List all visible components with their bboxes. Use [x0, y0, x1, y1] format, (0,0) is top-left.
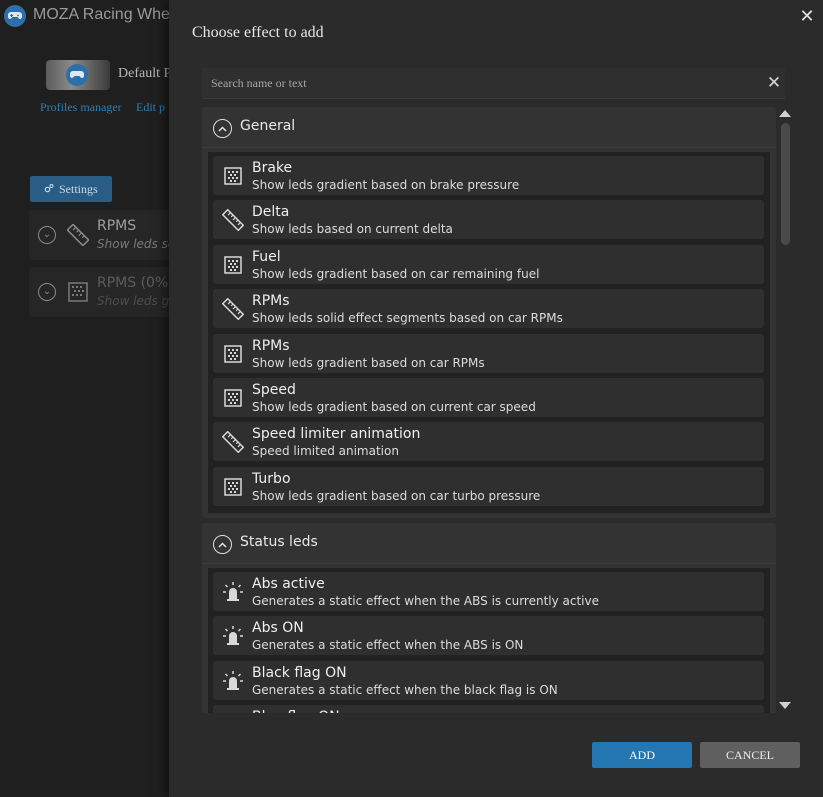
scrollbar-thumb[interactable]: [781, 123, 790, 245]
effect-item-description: Show leds gradient based on current car …: [252, 400, 536, 414]
effect-item-name: Speed: [252, 382, 296, 398]
section-items: Abs active Generates a static effect when…: [208, 568, 770, 713]
effect-item[interactable]: Abs ON Generates a static effect when the…: [213, 616, 764, 655]
effect-item-name: Delta: [252, 204, 290, 220]
effect-name: RPMS (0%: [97, 275, 169, 291]
profile-thumbnail[interactable]: [46, 60, 110, 90]
effect-name: RPMS: [97, 218, 137, 234]
gradient-icon: [222, 343, 244, 365]
close-icon[interactable]: ✕: [798, 8, 816, 26]
ruler-icon: [66, 223, 90, 247]
gear-icon: [44, 182, 54, 197]
effect-item-description: Speed limited animation: [252, 444, 399, 458]
settings-button[interactable]: Settings: [30, 176, 112, 202]
effect-item[interactable]: Delta Show leds based on current delta: [213, 200, 764, 239]
scrollbar[interactable]: [781, 121, 790, 699]
effect-item-description: Show leds gradient based on car remainin…: [252, 267, 540, 281]
effect-item[interactable]: Fuel Show leds gradient based on car rema…: [213, 245, 764, 284]
gradient-icon: [67, 281, 89, 303]
chevron-down-icon[interactable]: ⌄: [38, 226, 56, 244]
gradient-icon: [222, 165, 244, 187]
section-header[interactable]: Status leds: [202, 523, 776, 564]
edit-profile-link[interactable]: Edit p: [136, 100, 165, 115]
effect-item-description: Show leds gradient based on brake pressu…: [252, 178, 520, 192]
effects-list[interactable]: General Brake Show leds gradient based on…: [202, 107, 776, 713]
effect-item-description: Show leds gradient based on car turbo pr…: [252, 489, 541, 503]
effect-item-name: Abs active: [252, 576, 325, 592]
effect-item[interactable]: Blue flag ON: [213, 705, 764, 713]
effect-item[interactable]: Abs active Generates a static effect when…: [213, 572, 764, 611]
section-status-leds: Status leds Abs active Generates a static…: [202, 523, 776, 713]
led-icon: [222, 670, 244, 692]
effect-item-name: Blue flag ON: [252, 709, 340, 713]
effect-item[interactable]: Speed Show leds gradient based on current…: [213, 378, 764, 417]
search-input[interactable]: [211, 72, 751, 94]
effect-row[interactable]: ⌄ RPMS Show leds so: [29, 210, 176, 260]
effect-description: Show leds gr: [97, 294, 175, 308]
effect-item[interactable]: Speed limiter animation Speed limited ani…: [213, 422, 764, 461]
section-title: General: [240, 118, 296, 134]
effect-item-name: Turbo: [252, 471, 291, 487]
profile-name: Default P: [118, 66, 172, 81]
clear-search-icon[interactable]: ✕: [766, 75, 782, 92]
section-general: General Brake Show leds gradient based on…: [202, 107, 776, 518]
choose-effect-dialog: ✕ Choose effect to add ✕ General Brake Sh…: [169, 0, 823, 797]
effect-item-name: RPMs: [252, 338, 290, 354]
effect-item[interactable]: RPMs Show leds gradient based on car RPMs: [213, 334, 764, 373]
effect-item-description: Show leds solid effect segments based on…: [252, 311, 563, 325]
chevron-down-icon[interactable]: ⌄: [38, 283, 56, 301]
scroll-up-arrow[interactable]: [779, 110, 791, 117]
add-button[interactable]: ADD: [592, 742, 692, 768]
effect-item-description: Generates a static effect when the ABS i…: [252, 638, 524, 652]
cancel-button[interactable]: CANCEL: [700, 742, 800, 768]
effect-item-description: Show leds gradient based on car RPMs: [252, 356, 485, 370]
dialog-title: Choose effect to add: [192, 24, 324, 41]
chevron-up-icon[interactable]: [213, 535, 232, 554]
gamepad-logo-icon: [4, 5, 26, 27]
section-header[interactable]: General: [202, 107, 776, 148]
settings-button-label: Settings: [59, 181, 98, 196]
search-box: ✕: [202, 68, 785, 99]
gradient-icon: [222, 254, 244, 276]
gamepad-icon: [66, 64, 88, 86]
effect-item-name: Speed limiter animation: [252, 426, 421, 442]
led-icon: [222, 625, 244, 647]
gradient-icon: [222, 476, 244, 498]
section-title: Status leds: [240, 534, 318, 550]
effect-item[interactable]: Turbo Show leds gradient based on car tur…: [213, 467, 764, 506]
effect-item-name: Abs ON: [252, 620, 304, 636]
profiles-manager-link[interactable]: Profiles manager: [40, 100, 122, 115]
effect-row[interactable]: ⌄ RPMS (0% Show leds gr: [29, 267, 174, 317]
ruler-icon: [221, 430, 245, 454]
section-items: Brake Show leds gradient based on brake p…: [208, 152, 770, 513]
effect-item-name: Black flag ON: [252, 665, 347, 681]
effect-item[interactable]: Brake Show leds gradient based on brake p…: [213, 156, 764, 195]
gradient-icon: [222, 387, 244, 409]
effect-description: Show leds so: [97, 237, 176, 251]
effect-item-name: RPMs: [252, 293, 290, 309]
effect-item[interactable]: RPMs Show leds solid effect segments base…: [213, 289, 764, 328]
app-title: MOZA Racing Wheel: [33, 6, 183, 23]
ruler-icon: [221, 297, 245, 321]
chevron-up-icon[interactable]: [213, 119, 232, 138]
scroll-down-arrow[interactable]: [779, 702, 791, 709]
ruler-icon: [221, 208, 245, 232]
effect-item-description: Show leds based on current delta: [252, 222, 453, 236]
effect-item-description: Generates a static effect when the ABS i…: [252, 594, 599, 608]
effect-item[interactable]: Black flag ON Generates a static effect w…: [213, 661, 764, 700]
effect-item-description: Generates a static effect when the black…: [252, 683, 558, 697]
effect-item-name: Brake: [252, 160, 293, 176]
effect-item-name: Fuel: [252, 249, 281, 265]
led-icon: [222, 581, 244, 603]
